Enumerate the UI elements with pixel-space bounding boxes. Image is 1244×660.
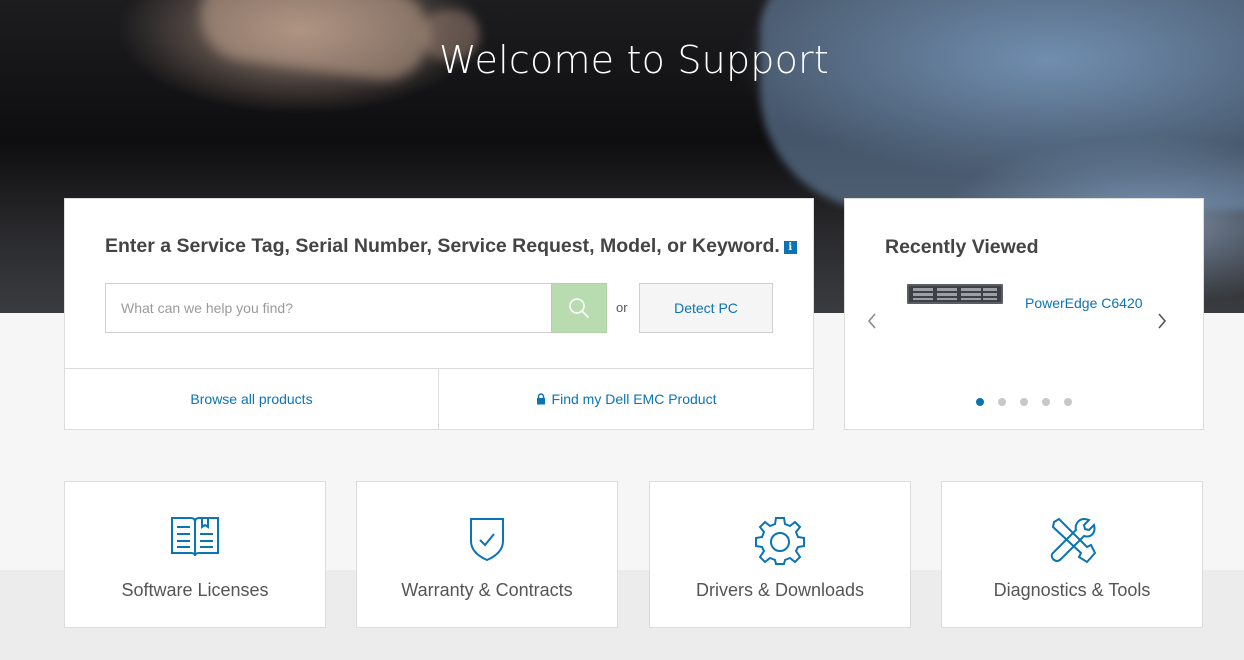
page-title: Welcome to Support [439, 38, 829, 82]
lock-icon [536, 393, 545, 405]
gear-icon [755, 517, 805, 565]
search-heading: Enter a Service Tag, Serial Number, Serv… [105, 235, 797, 258]
recently-viewed-card: Recently Viewed PowerEdge C6420 [844, 198, 1204, 430]
tile-diagnostics-tools[interactable]: Diagnostics & Tools [941, 481, 1203, 628]
tile-label: Drivers & Downloads [695, 580, 865, 600]
info-icon[interactable]: i [783, 241, 797, 254]
find-my-product-label: Find my Dell EMC Product [551, 391, 717, 407]
carousel-dot-3[interactable] [1020, 398, 1028, 406]
recent-product-link[interactable]: PowerEdge C6420 [1025, 295, 1143, 311]
tile-label: Warranty & Contracts [401, 580, 573, 600]
search-heading-text: Enter a Service Tag, Serial Number, Serv… [105, 235, 780, 257]
find-my-product-link[interactable]: Find my Dell EMC Product [439, 369, 813, 429]
browse-all-products-link[interactable]: Browse all products [65, 369, 438, 429]
shield-check-icon [470, 518, 504, 562]
carousel-dot-5[interactable] [1064, 398, 1072, 406]
tile-software-licenses[interactable]: Software Licenses [64, 481, 326, 628]
chevron-left-icon[interactable] [865, 311, 879, 331]
search-card: Enter a Service Tag, Serial Number, Serv… [64, 198, 814, 430]
hero-photo-sleeve [760, 0, 1244, 210]
carousel-dot-4[interactable] [1042, 398, 1050, 406]
or-label: or [616, 300, 628, 315]
carousel-dot-1[interactable] [976, 398, 984, 406]
tile-label: Diagnostics & Tools [993, 580, 1151, 600]
tile-warranty-contracts[interactable]: Warranty & Contracts [356, 481, 618, 628]
book-icon [171, 517, 219, 557]
tools-icon [1050, 517, 1097, 564]
chevron-right-icon[interactable] [1155, 311, 1169, 331]
recently-viewed-title: Recently Viewed [885, 236, 1039, 258]
tile-drivers-downloads[interactable]: Drivers & Downloads [649, 481, 911, 628]
carousel-dot-2[interactable] [998, 398, 1006, 406]
detect-pc-button[interactable]: Detect PC [639, 283, 773, 333]
search-input[interactable] [105, 283, 552, 333]
carousel-pagination [976, 398, 1072, 406]
search-icon [569, 298, 589, 318]
tile-label: Software Licenses [121, 580, 269, 600]
search-button[interactable] [551, 283, 607, 333]
server-image[interactable] [907, 284, 1003, 304]
